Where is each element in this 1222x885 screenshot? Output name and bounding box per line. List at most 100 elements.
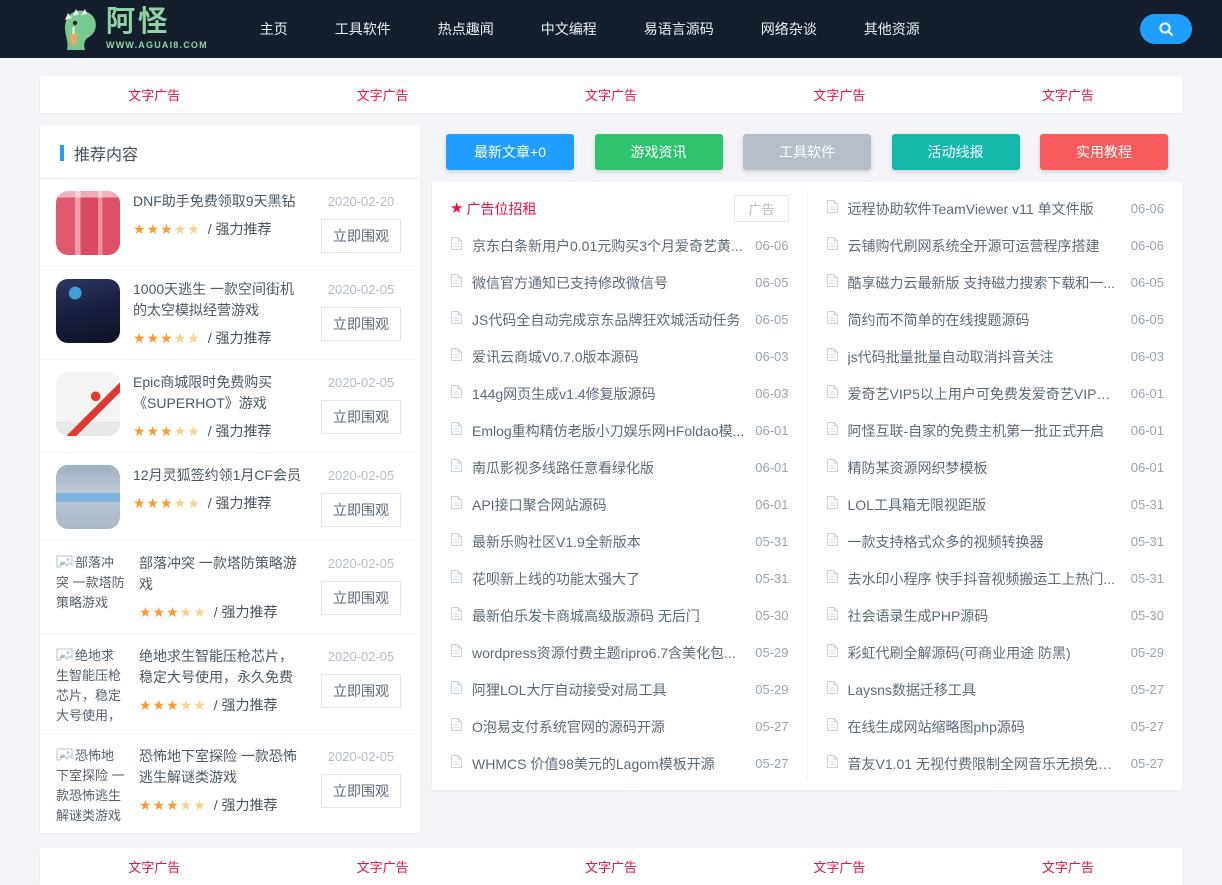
article-list-box: ★广告位招租广告京东白条新用户0.01元购买3个月爱奇艺黄... 06-06 微信官… [432, 182, 1182, 790]
card-title[interactable]: Epic商城限时免费购买《SUPERHOT》游戏 [133, 372, 305, 414]
article-link[interactable]: 去水印小程序 快手抖音视频搬运工上热门... [848, 569, 1122, 589]
text-ad-link[interactable]: 文字广告 [725, 857, 953, 876]
article-date: 06-03 [1131, 349, 1164, 364]
view-now-button[interactable]: 立即围观 [321, 674, 401, 708]
card-thumbnail-broken[interactable]: 部落冲突 一款塔防策略游戏 [56, 553, 126, 622]
text-ad-link[interactable]: 文字广告 [40, 85, 268, 104]
nav-item[interactable]: 其他资源 [864, 19, 920, 39]
card-thumbnail[interactable] [56, 279, 120, 343]
text-ad-link[interactable]: 文字广告 [954, 857, 1182, 876]
nav-item[interactable]: 工具软件 [335, 19, 391, 39]
article-row: Laysns数据迁移工具05-27 [826, 671, 1165, 708]
article-link[interactable]: 云铺购代刷网系统全开源可运营程序搭建 [848, 236, 1122, 256]
document-icon [450, 606, 463, 621]
view-now-button[interactable]: 立即围观 [321, 400, 401, 434]
text-ad-link[interactable]: 文字广告 [497, 857, 725, 876]
article-link[interactable]: 京东白条新用户0.01元购买3个月爱奇艺黄... [472, 236, 746, 256]
top-text-ads: 文字广告文字广告文字广告文字广告文字广告 [40, 76, 1182, 113]
text-ad-link[interactable]: 文字广告 [954, 85, 1182, 104]
text-ad-link[interactable]: 文字广告 [268, 85, 496, 104]
article-link[interactable]: API接口聚合网站源码 [472, 495, 746, 515]
article-link[interactable]: Laysns数据迁移工具 [848, 680, 1122, 700]
search-button[interactable] [1140, 14, 1192, 44]
document-icon [450, 569, 463, 584]
document-icon [450, 384, 463, 399]
article-link[interactable]: 爱讯云商城V0.7.0版本源码 [472, 347, 746, 367]
article-link[interactable]: 一款支持格式众多的视频转换器 [848, 532, 1122, 552]
card-thumbnail-broken[interactable]: 恐怖地下室探险 一款恐怖逃生解谜类游戏 [56, 746, 126, 822]
article-link[interactable]: Emlog重构精仿老版小刀娱乐网HFoldao模... [472, 421, 746, 441]
document-icon [826, 532, 839, 547]
view-now-button[interactable]: 立即围观 [321, 581, 401, 615]
nav-item[interactable]: 主页 [260, 19, 288, 39]
card-meta: 2020-02-05立即围观 [318, 465, 404, 529]
article-link[interactable]: 阿狸LOL大厅自动接受对局工具 [472, 680, 746, 700]
article-list-right: 远程协助软件TeamViewer v11 单文件版 06-06 云铺购代刷网系统全开… [808, 190, 1183, 782]
article-link[interactable]: 音友V1.01 无视付费限制全网音乐无损免费... [848, 754, 1122, 774]
category-button[interactable]: 游戏资讯 [595, 134, 723, 170]
article-link[interactable]: 南瓜影视多线路任意看绿化版 [472, 458, 746, 478]
category-button[interactable]: 工具软件 [743, 134, 871, 170]
article-link[interactable]: js代码批量批量自动取消抖音关注 [848, 347, 1122, 367]
document-icon [450, 310, 463, 325]
card-thumbnail-broken[interactable]: 绝地求生智能压枪芯片，稳定大号使用，永久免费 [56, 646, 126, 722]
nav-item[interactable]: 热点趣闻 [438, 19, 494, 39]
article-link[interactable]: 彩虹代刷全解源码(可商业用途 防黑) [848, 643, 1122, 663]
recommend-card: 12月灵狐签约领1月CF会员★★★★★/ 强力推荐2020-02-05立即围观 [40, 453, 420, 541]
recommend-card: 恐怖地下室探险 一款恐怖逃生解谜类游戏恐怖地下室探险 一款恐怖逃生解谜类游戏★★… [40, 734, 420, 833]
card-title[interactable]: 绝地求生智能压枪芯片，稳定大号使用，永久免费 [139, 646, 305, 688]
view-now-button[interactable]: 立即围观 [321, 493, 401, 527]
article-link[interactable]: 144g网页生成v1.4修复版源码 [472, 384, 746, 404]
site-logo[interactable]: 阿怪 WWW.AGUAI8.COM [58, 5, 208, 53]
broken-image-icon [56, 555, 73, 569]
card-title[interactable]: 1000天逃生 一款空间街机的太空模拟经营游戏 [133, 279, 305, 321]
star-empty-icons: ★★ [174, 423, 201, 439]
category-button[interactable]: 活动线报 [892, 134, 1020, 170]
article-link[interactable]: 远程协助软件TeamViewer v11 单文件版 [848, 199, 1122, 219]
article-date: 06-06 [1131, 201, 1164, 216]
article-link[interactable]: 在线生成网站缩略图php源码 [848, 717, 1122, 737]
text-ad-link[interactable]: 文字广告 [40, 857, 268, 876]
article-link[interactable]: 社会语录生成PHP源码 [848, 606, 1122, 626]
article-link[interactable]: 最新乐购社区V1.9全新版本 [472, 532, 746, 552]
rating-label: / 强力推荐 [208, 423, 272, 439]
article-row: 社会语录生成PHP源码05-30 [826, 597, 1165, 634]
view-now-button[interactable]: 立即围观 [321, 307, 401, 341]
article-link[interactable]: 阿怪互联-自家的免费主机第一批正式开启 [848, 421, 1122, 441]
nav-item[interactable]: 网络杂谈 [761, 19, 817, 39]
card-thumbnail[interactable] [56, 372, 120, 436]
article-link[interactable]: LOL工具箱无限视距版 [848, 495, 1122, 515]
card-title[interactable]: DNF助手免费领取9天黑钻 [133, 191, 305, 212]
article-link[interactable]: 精防某资源网织梦模板 [848, 458, 1122, 478]
article-link[interactable]: 简约而不简单的在线搜题源码 [848, 310, 1122, 330]
article-link[interactable]: 最新伯乐发卡商城高级版源码 无后门 [472, 606, 746, 626]
nav-item[interactable]: 中文编程 [541, 19, 597, 39]
view-now-button[interactable]: 立即围观 [321, 774, 401, 808]
card-title[interactable]: 12月灵狐签约领1月CF会员 [133, 465, 305, 486]
article-link[interactable]: O泡易支付系统官网的源码开源 [472, 717, 746, 737]
article-link[interactable]: wordpress资源付费主题ripro6.7含美化包... [472, 643, 746, 663]
view-now-button[interactable]: 立即围观 [321, 219, 401, 253]
star-empty-icons: ★★ [174, 221, 201, 237]
article-link[interactable]: WHMCS 价值98美元的Lagom模板开源 [472, 754, 746, 774]
text-ad-link[interactable]: 文字广告 [497, 85, 725, 104]
document-icon [826, 199, 839, 214]
card-thumbnail[interactable] [56, 465, 120, 529]
article-link[interactable]: 花呗新上线的功能太强大了 [472, 569, 746, 589]
ad-slot-row: ★广告位招租广告 [450, 190, 789, 227]
article-link[interactable]: 爱奇艺VIP5以上用户可免费发爱奇艺VIP红包 [848, 384, 1122, 404]
article-link[interactable]: 酷享磁力云最新版 支持磁力搜索下载和一... [848, 273, 1122, 293]
card-thumbnail[interactable] [56, 191, 120, 255]
category-button[interactable]: 实用教程 [1040, 134, 1168, 170]
article-link[interactable]: 微信官方通知已支持修改微信号 [472, 273, 746, 293]
card-title[interactable]: 部落冲突 一款塔防策略游戏 [139, 553, 305, 595]
text-ad-link[interactable]: 文字广告 [268, 857, 496, 876]
card-title[interactable]: 恐怖地下室探险 一款恐怖逃生解谜类游戏 [139, 746, 305, 788]
document-icon [826, 310, 839, 325]
ad-slot-link[interactable]: ★广告位招租 [450, 199, 725, 219]
nav-item[interactable]: 易语言源码 [644, 19, 714, 39]
text-ad-link[interactable]: 文字广告 [725, 85, 953, 104]
category-button[interactable]: 最新文章+0 [446, 134, 574, 170]
article-link[interactable]: JS代码全自动完成京东品牌狂欢城活动任务 [472, 310, 746, 330]
card-meta: 2020-02-05立即围观 [318, 646, 404, 722]
